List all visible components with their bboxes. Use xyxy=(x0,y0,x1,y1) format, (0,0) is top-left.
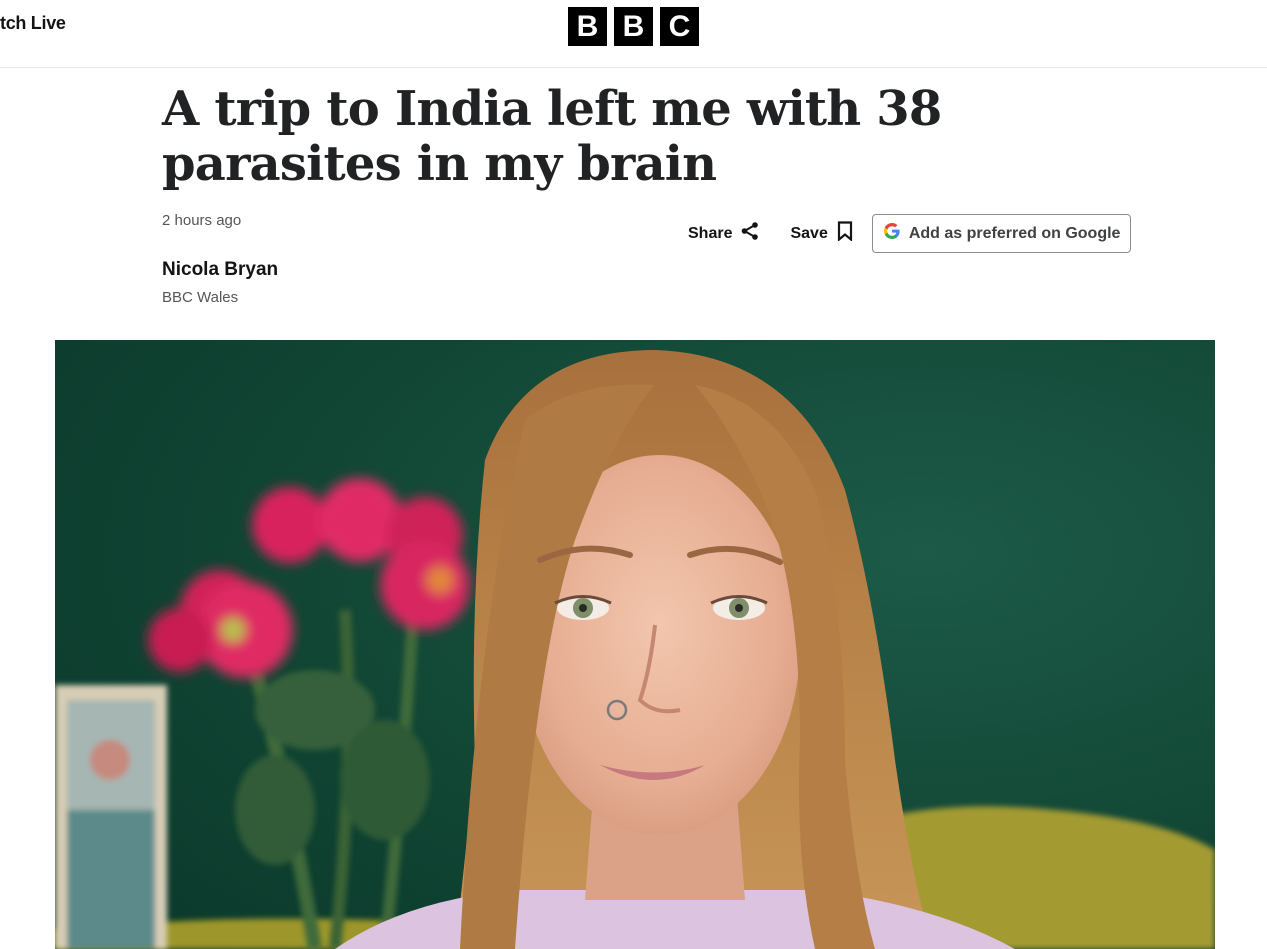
google-g-icon xyxy=(883,223,900,244)
save-button[interactable]: Save xyxy=(790,221,853,246)
add-preferred-google-button[interactable]: Add as preferred on Google xyxy=(871,214,1132,253)
top-navigation-bar: tch Live B B C xyxy=(0,0,1267,68)
watch-live-link[interactable]: tch Live xyxy=(0,13,66,34)
share-button[interactable]: Share xyxy=(688,221,760,246)
author-name: Nicola Bryan xyxy=(162,259,279,280)
google-button-label: Add as preferred on Google xyxy=(908,224,1121,242)
save-label: Save xyxy=(790,224,828,242)
bookmark-icon xyxy=(836,221,854,246)
article-timestamp: 2 hours ago xyxy=(162,212,242,229)
hero-photo-illustration xyxy=(55,340,1215,949)
author-organisation: BBC Wales xyxy=(162,289,239,306)
logo-letter-b1: B xyxy=(568,7,607,46)
hero-image xyxy=(55,340,1215,949)
article-headline: A trip to India left me with 38 parasite… xyxy=(162,81,942,192)
article-actions: Share Save Add as preferred on Google xyxy=(688,213,1132,254)
logo-letter-c: C xyxy=(660,7,699,46)
share-icon xyxy=(740,221,760,246)
picture-frame xyxy=(55,685,167,949)
bbc-logo[interactable]: B B C xyxy=(568,7,699,46)
share-label: Share xyxy=(688,224,733,242)
logo-letter-b2: B xyxy=(614,7,653,46)
